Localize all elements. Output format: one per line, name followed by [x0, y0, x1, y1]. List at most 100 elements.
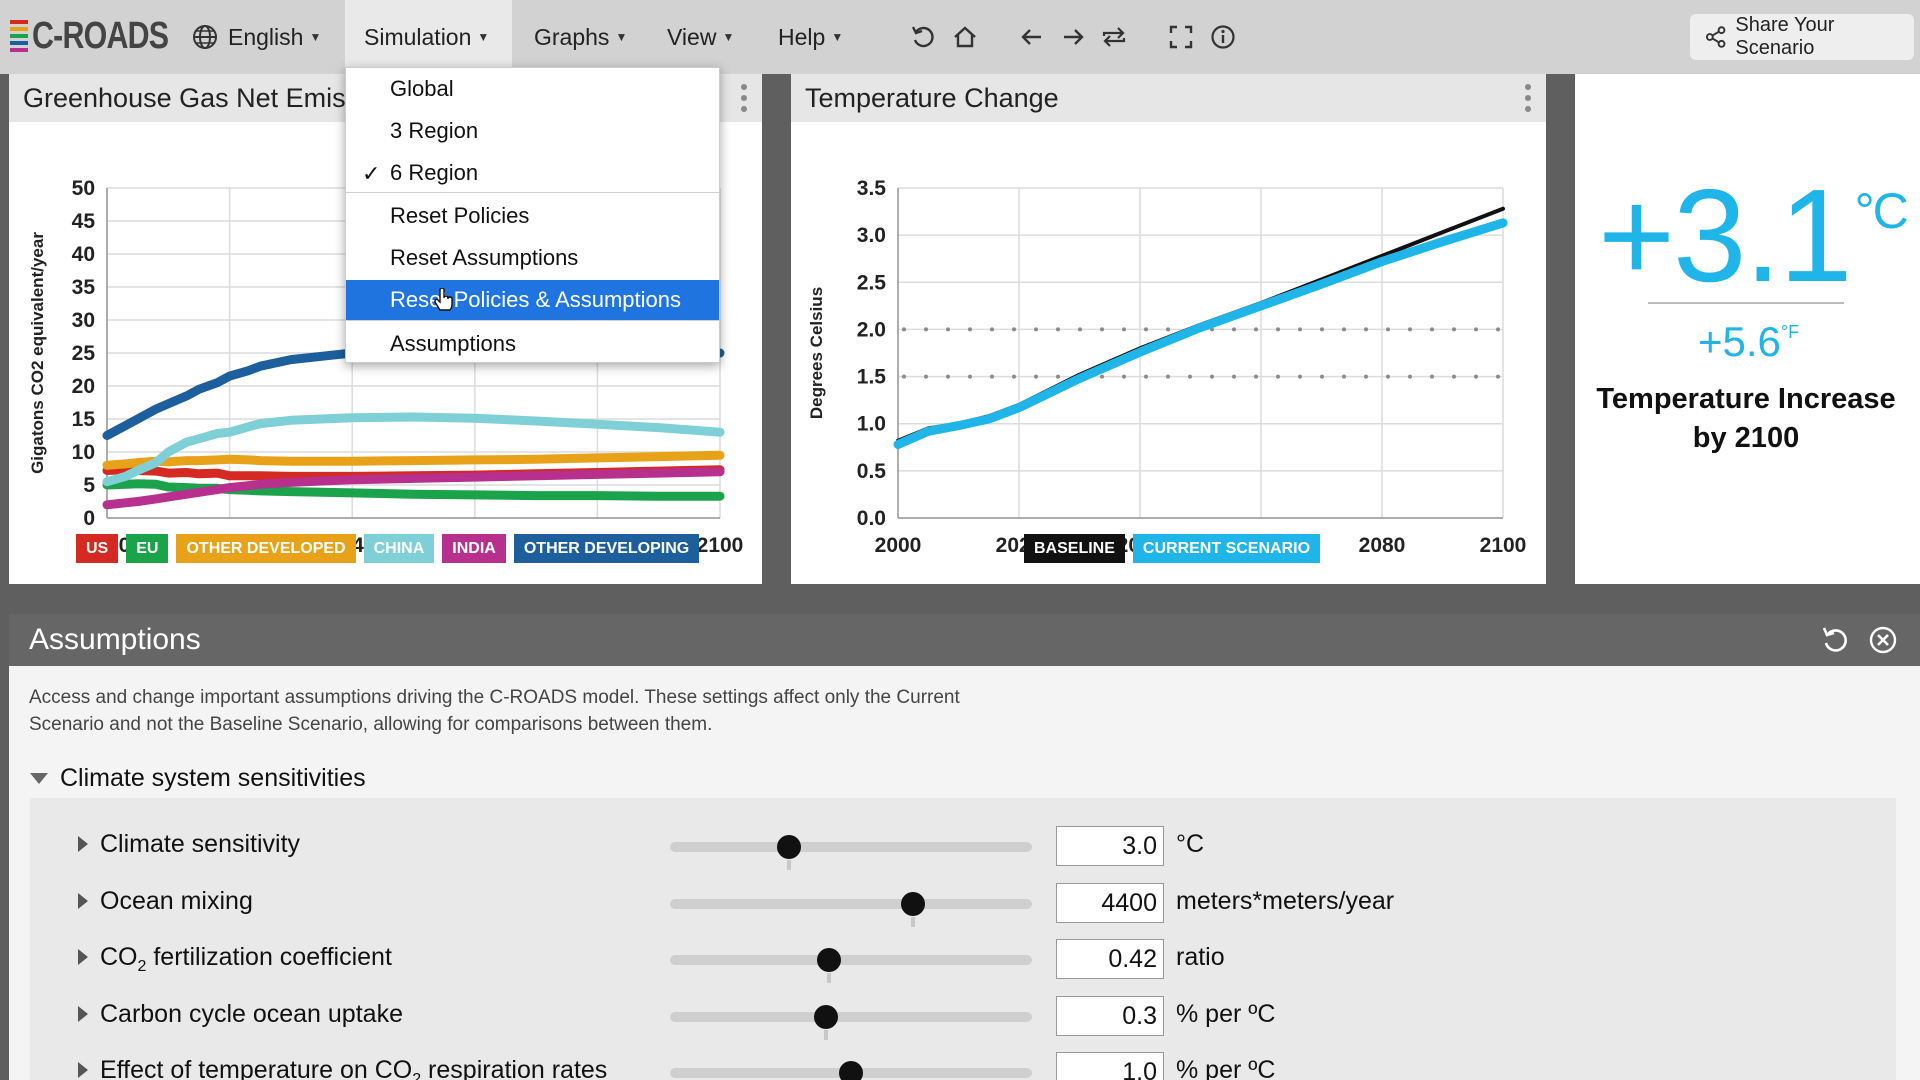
top-toolbar: C-ROADS English ▼ Simulation ▼ Graphs ▼ …: [0, 0, 1920, 74]
description-line-2: Scenario and not the Baseline Scenario, …: [29, 714, 713, 735]
logo-bars-icon: [10, 20, 28, 52]
fullscreen-icon[interactable]: [1166, 22, 1196, 52]
assumption-label: Effect of temperature on CO2 respiration…: [100, 1056, 608, 1080]
assumption-value-input[interactable]: 1.0: [1056, 1052, 1164, 1080]
series-line-other-developed: [102, 450, 725, 470]
assumptions-description: Access and change important assumptions …: [29, 684, 1029, 738]
undo-icon[interactable]: [908, 22, 938, 52]
menu-separator: [346, 192, 719, 193]
slider-handle[interactable]: [839, 1061, 863, 1080]
expand-triangle-icon[interactable]: [78, 1005, 88, 1022]
temperature-panel-header: Temperature Change: [791, 74, 1546, 122]
share-scenario-button[interactable]: Share Your Scenario: [1690, 14, 1914, 60]
menu-view[interactable]: View ▼: [667, 0, 734, 74]
emissions-legend-us[interactable]: US: [76, 534, 119, 563]
menu-item-reset-policies[interactable]: Reset Policies: [346, 196, 719, 236]
slider-track[interactable]: [670, 898, 1032, 909]
reset-icon[interactable]: [1820, 625, 1850, 655]
emissions-legend-other-developing[interactable]: OTHER DEVELOPING: [513, 534, 700, 563]
emissions-legend-china[interactable]: CHINA: [363, 534, 435, 563]
slider-handle[interactable]: [817, 948, 842, 972]
assumption-value-input[interactable]: 0.42: [1056, 939, 1164, 979]
menu-item-assumptions[interactable]: Assumptions: [346, 324, 719, 364]
globe-icon: [193, 25, 217, 49]
y-tick-label: 0.5: [857, 460, 887, 483]
slider-track[interactable]: [670, 1011, 1032, 1022]
chevron-down-icon: ▼: [309, 30, 322, 44]
slider-track[interactable]: [670, 842, 1032, 852]
temperature-legend: BASELINE CURRENT SCENARIO: [1024, 534, 1321, 563]
collapse-triangle-icon: [30, 773, 48, 784]
menu-help[interactable]: Help ▼: [778, 0, 843, 74]
expand-triangle-icon[interactable]: [78, 892, 88, 909]
y-tick-label: 0.0: [857, 507, 886, 530]
menu-item-6-region[interactable]: ✓ 6 Region: [346, 153, 719, 193]
menu-graphs[interactable]: Graphs ▼: [534, 0, 627, 74]
hand-cursor-icon: [434, 288, 453, 311]
assumption-row: Carbon cycle ocean uptake 0.3 % per ºC: [30, 988, 1896, 1044]
y-tick-label: 3.5: [857, 177, 887, 200]
info-icon[interactable]: [1208, 22, 1238, 52]
y-tick-label: 20: [72, 375, 95, 398]
series-line-current-scenario: [893, 218, 1508, 449]
arrow-left-icon[interactable]: [1017, 22, 1047, 52]
close-icon[interactable]: [1868, 625, 1898, 655]
chevron-down-icon: ▼: [831, 30, 844, 44]
more-options-icon[interactable]: [1524, 84, 1532, 112]
temperature-title: Temperature Change: [805, 82, 1059, 113]
language-menu[interactable]: English ▼: [192, 0, 321, 74]
menu-item-reset-policies-assumptions[interactable]: Reset Policies & Assumptions: [346, 280, 719, 320]
menu-item-reset-assumptions[interactable]: Reset Assumptions: [346, 238, 719, 278]
assumption-value-input[interactable]: 3.0: [1056, 826, 1164, 866]
repeat-icon[interactable]: [1099, 22, 1129, 52]
menu-item-global[interactable]: Global: [346, 69, 719, 109]
chevron-down-icon: ▼: [477, 30, 490, 44]
menu-view-label: View: [667, 23, 717, 50]
slider-default-marker: [910, 916, 915, 927]
y-tick-label: 25: [72, 342, 96, 365]
y-axis-label: Gigatons CO2 equivalent/year: [28, 232, 47, 474]
assumption-label: CO2 fertilization coefficient: [100, 943, 392, 975]
temperature-legend-baseline[interactable]: BASELINE: [1024, 534, 1125, 563]
menu-simulation[interactable]: Simulation ▼: [345, 0, 512, 74]
readout-divider: [1648, 302, 1844, 304]
menu-graphs-label: Graphs: [534, 23, 610, 50]
language-label: English: [228, 23, 304, 50]
assumptions-title: Assumptions: [29, 623, 201, 656]
temperature-readout-label: Temperature Increase by 2100: [1596, 383, 1896, 454]
slider-default-marker: [823, 1029, 828, 1040]
menu-item-3-region[interactable]: 3 Region: [346, 111, 719, 151]
temperature-legend-current-scenario[interactable]: CURRENT SCENARIO: [1132, 534, 1321, 563]
menu-item-label: Reset Assumptions: [390, 245, 579, 270]
emissions-legend-eu[interactable]: EU: [126, 534, 169, 563]
checkmark-icon: ✓: [362, 161, 381, 186]
emissions-legend-other-developed[interactable]: OTHER DEVELOPED: [176, 534, 356, 563]
assumption-value-input[interactable]: 0.3: [1056, 995, 1164, 1036]
slider-handle[interactable]: [813, 1004, 838, 1029]
expand-triangle-icon[interactable]: [78, 836, 88, 852]
slider-handle[interactable]: [777, 835, 802, 859]
share-label: Share Your Scenario: [1735, 14, 1835, 59]
expand-triangle-icon[interactable]: [78, 1062, 88, 1078]
y-tick-label: 50: [72, 177, 95, 200]
menu-item-label: Global: [390, 76, 454, 101]
emissions-legend-india[interactable]: INDIA: [442, 534, 506, 563]
assumption-value-input[interactable]: 4400: [1056, 882, 1164, 923]
y-tick-label: 40: [72, 243, 95, 266]
temperature-chart: 2000202020402060208021000.00.51.01.52.02…: [807, 177, 1526, 557]
share-icon: [1705, 26, 1726, 48]
app-logo: C-ROADS: [10, 15, 202, 57]
x-tick-label: 2100: [697, 534, 744, 557]
temperature-fahrenheit: +5.6°F: [1698, 318, 1799, 366]
home-icon[interactable]: [950, 22, 980, 52]
slider-handle[interactable]: [900, 891, 925, 916]
more-options-icon[interactable]: [740, 84, 748, 112]
assumption-unit: ratio: [1176, 943, 1225, 971]
assumption-unit: % per ºC: [1176, 1056, 1276, 1080]
section-toggle-sensitivities[interactable]: Climate system sensitivities: [30, 764, 366, 793]
expand-triangle-icon[interactable]: [78, 949, 88, 965]
arrow-right-icon[interactable]: [1058, 22, 1088, 52]
slider-track[interactable]: [670, 955, 1032, 965]
menu-item-label: 6 Region: [390, 160, 479, 185]
y-tick-label: 45: [72, 210, 96, 233]
